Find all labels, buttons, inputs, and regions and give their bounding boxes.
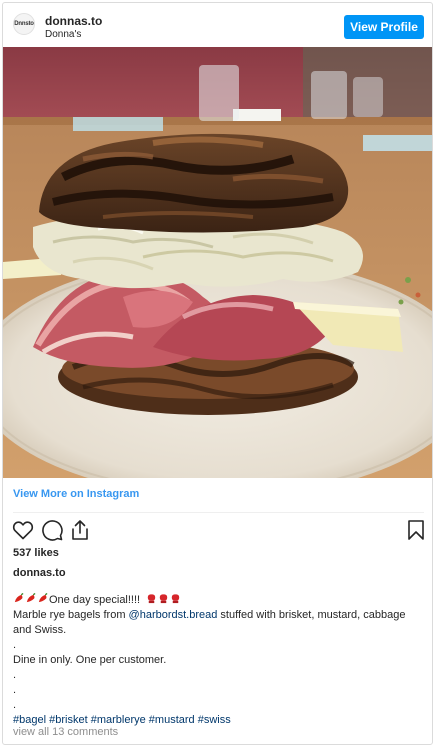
bagel-sandwich-photo <box>3 47 432 478</box>
hashtag-link[interactable]: #bagel <box>13 714 46 726</box>
boxing-glove-icon <box>160 594 168 604</box>
hot-pepper-icon <box>26 593 36 603</box>
instagram-embed-card: Dnnsto donnas.to Donna's View Profile Vi… <box>2 2 433 745</box>
caption-special-text: One day special!!!! <box>49 594 141 606</box>
hashtag-link[interactable]: #marblerye <box>91 714 146 726</box>
heart-icon[interactable] <box>11 518 35 542</box>
post-header: Dnnsto donnas.to Donna's View Profile <box>3 3 432 47</box>
hot-pepper-icon <box>14 593 24 603</box>
boxing-glove-icon <box>172 594 180 604</box>
hashtag-link[interactable]: #swiss <box>198 714 231 726</box>
mention-link[interactable]: @harbordst.bread <box>129 609 218 621</box>
post-photo[interactable] <box>3 47 432 478</box>
caption-line-description: Marble rye bagels from @harbordst.bread … <box>13 608 427 623</box>
comment-icon[interactable] <box>40 518 64 542</box>
username[interactable]: donnas.to <box>45 14 102 28</box>
caption-dot: . <box>13 699 17 711</box>
caption-dot: . <box>13 684 17 696</box>
divider <box>13 512 424 513</box>
hashtag-link[interactable]: #mustard <box>149 714 195 726</box>
caption-dot: . <box>13 639 17 651</box>
caption-text: Marble rye bagels from <box>13 609 129 621</box>
boxing-glove-icon <box>148 594 156 604</box>
view-comments-link[interactable]: view all 13 comments <box>13 726 118 738</box>
bookmark-icon[interactable] <box>404 518 428 542</box>
action-bar <box>3 518 432 544</box>
view-more-link[interactable]: View More on Instagram <box>13 488 139 500</box>
caption-text: stuffed with brisket, mustard, cabbage <box>217 609 406 621</box>
caption-username[interactable]: donnas.to <box>13 567 66 579</box>
hot-pepper-icon <box>38 593 48 603</box>
caption-line-special: One day special!!!! <box>13 593 427 608</box>
view-profile-button[interactable]: View Profile <box>344 15 424 39</box>
share-icon[interactable] <box>68 518 92 542</box>
caption-line-description-cont: and Swiss. <box>13 624 67 636</box>
hashtag-link[interactable]: #brisket <box>49 714 88 726</box>
caption-dot: . <box>13 669 17 681</box>
location-label[interactable]: Donna's <box>45 29 81 40</box>
like-count[interactable]: 537 likes <box>13 547 59 559</box>
post-caption: One day special!!!! Marble rye bagels fr… <box>13 593 427 728</box>
avatar[interactable]: Dnnsto <box>13 13 35 35</box>
caption-line-dine-in: Dine in only. One per customer. <box>13 654 167 666</box>
